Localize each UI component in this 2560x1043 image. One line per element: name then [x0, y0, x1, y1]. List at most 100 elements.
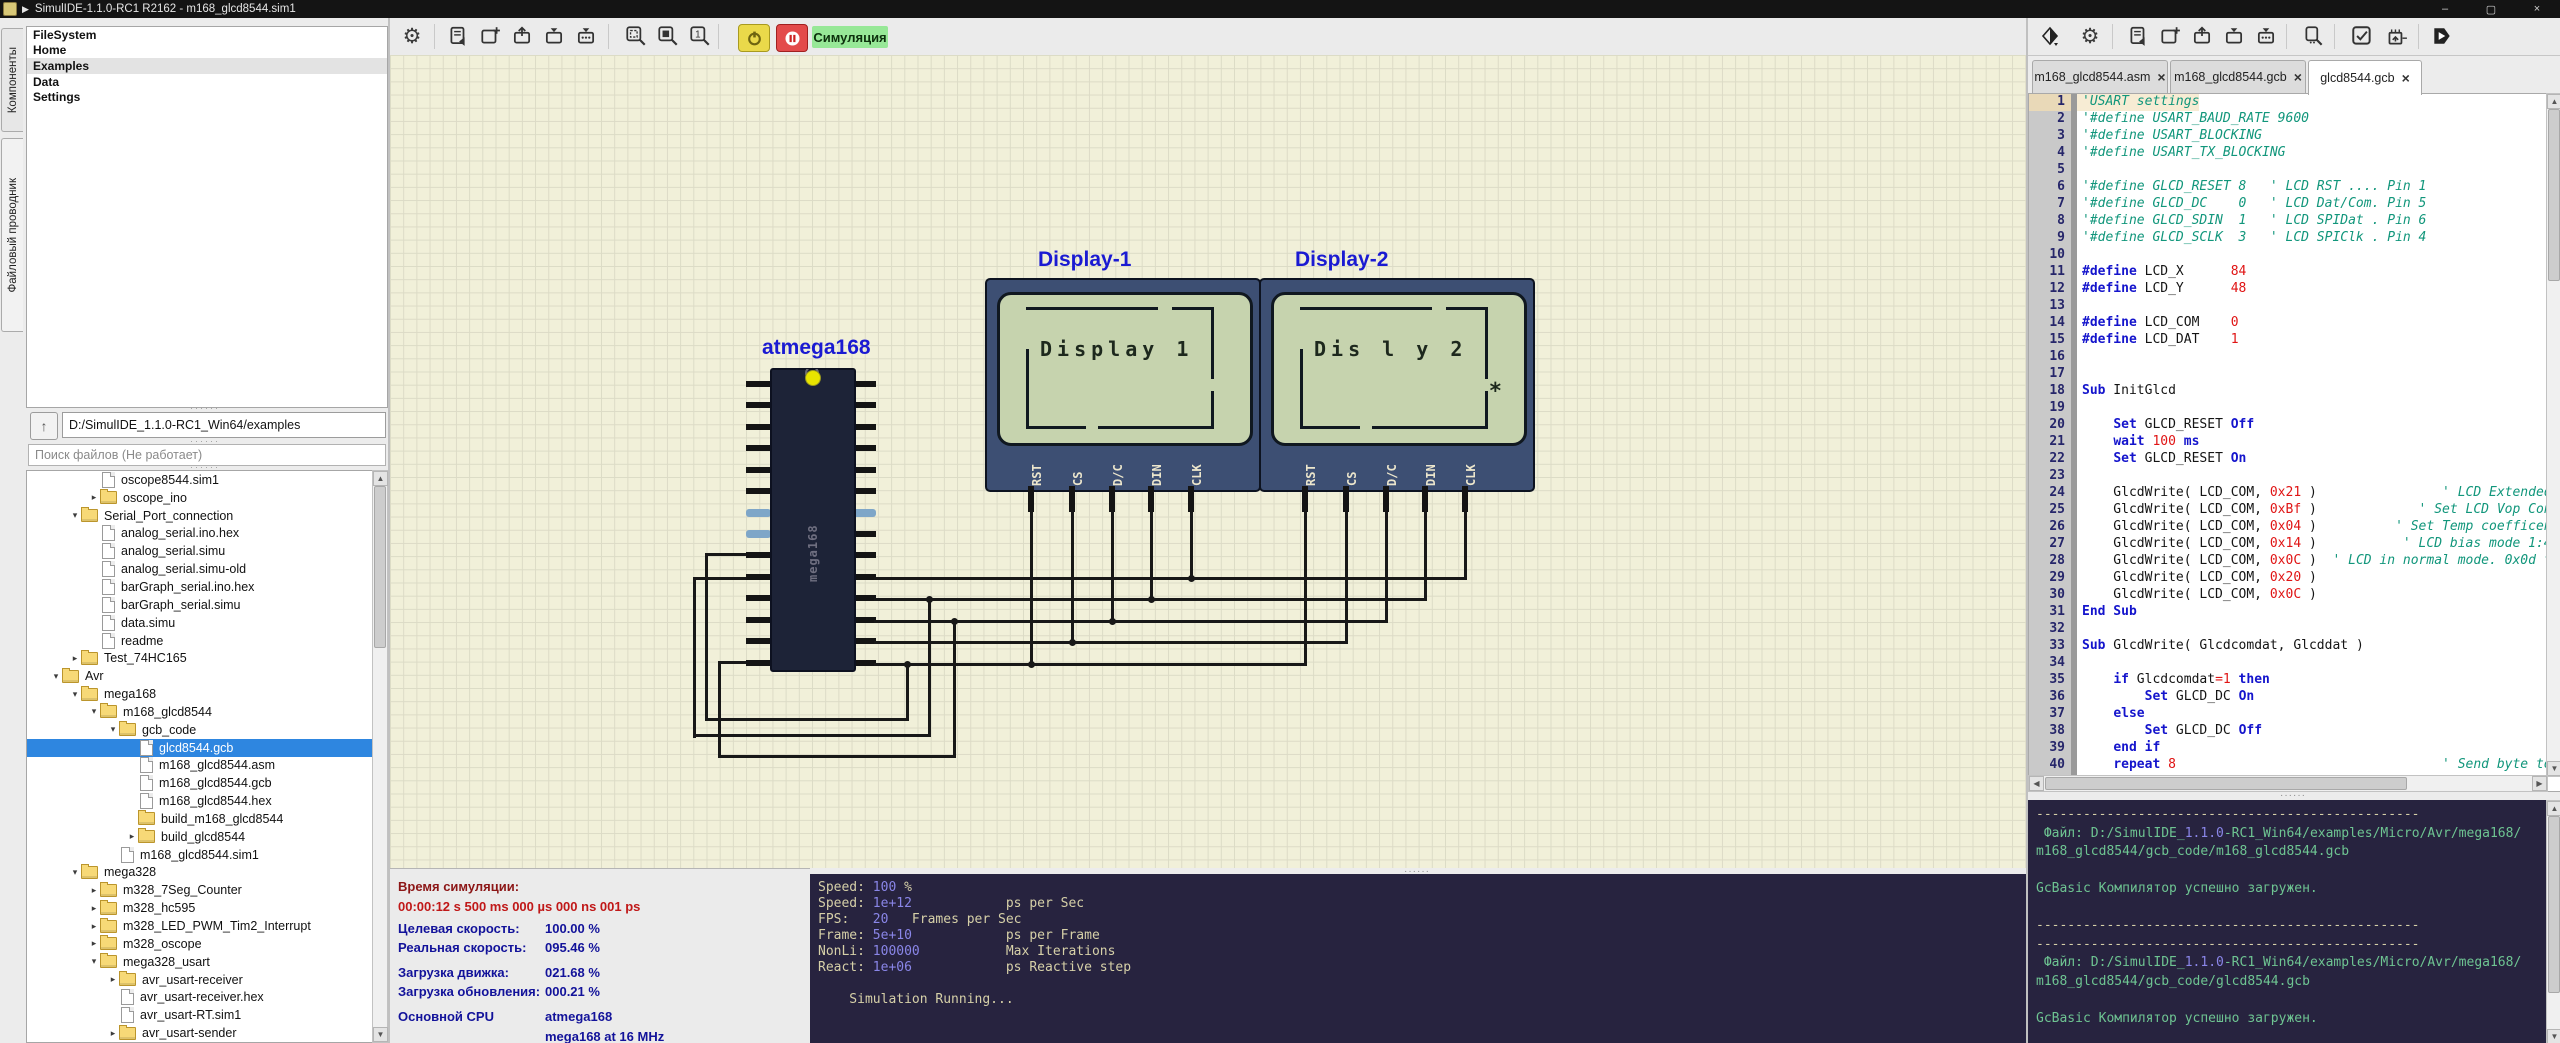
tree-scrollbar[interactable]: ▲ ▼: [372, 470, 388, 1043]
code-line[interactable]: 8'#define GLCD_SDIN 1 ' LCD SPIDat . Pin…: [2029, 213, 2560, 230]
scroll-down-icon[interactable]: ▼: [2547, 1029, 2560, 1043]
output-scrollbar-thumb[interactable]: [2548, 816, 2560, 993]
code-line[interactable]: 38 Set GLCD_DC Off: [2029, 723, 2560, 740]
code-line[interactable]: 9'#define GLCD_SCLK 3 ' LCD SPIClk . Pin…: [2029, 230, 2560, 247]
debug-run-icon[interactable]: [2428, 22, 2456, 50]
tree-item[interactable]: avr_usart-receiver.hex: [27, 988, 373, 1006]
tree-item[interactable]: ▸build_glcd8544: [27, 828, 373, 846]
save-circuit-icon[interactable]: [540, 22, 568, 50]
code-line[interactable]: 4'#define USART_TX_BLOCKING: [2029, 145, 2560, 162]
expand-icon[interactable]: ▸: [107, 974, 119, 985]
code-line[interactable]: 12#define LCD_Y 48: [2029, 281, 2560, 298]
tab-close-icon[interactable]: ×: [2294, 69, 2302, 85]
code-line[interactable]: 33Sub GlcdWrite( Glcdcomdat, Glcddat ): [2029, 638, 2560, 655]
tab-close-icon[interactable]: ×: [2402, 70, 2410, 86]
code-line[interactable]: 34: [2029, 655, 2560, 672]
code-line[interactable]: 5: [2029, 162, 2560, 179]
circuit-canvas[interactable]: [390, 55, 2027, 868]
tree-item[interactable]: ▾mega168: [27, 685, 373, 703]
tree-item[interactable]: ▾mega328_usart: [27, 953, 373, 971]
editor-scrollbar-thumb[interactable]: [2548, 109, 2560, 281]
tree-item[interactable]: glcd8544.gcb: [27, 739, 373, 757]
sidebar-item-filesystem[interactable]: FileSystem: [27, 27, 387, 43]
tree-item[interactable]: barGraph_serial.ino.hex: [27, 578, 373, 596]
compile-icon[interactable]: [2348, 22, 2376, 50]
tab-file-explorer[interactable]: Файловый проводник: [1, 138, 23, 332]
reload-file-icon[interactable]: [2124, 22, 2152, 50]
code-line[interactable]: 14#define LCD_COM 0: [2029, 315, 2560, 332]
tree-item[interactable]: m168_glcd8544.asm: [27, 757, 373, 775]
scroll-left-icon[interactable]: ◀: [2029, 776, 2044, 791]
path-input[interactable]: D:/SimulIDE_1.1.0-RC1_Win64/examples: [62, 412, 386, 438]
code-line[interactable]: 10: [2029, 247, 2560, 264]
folder-up-button[interactable]: ↑: [30, 412, 58, 440]
collapse-icon[interactable]: ▾: [69, 689, 81, 700]
expand-icon[interactable]: ▸: [69, 653, 81, 664]
tree-item[interactable]: analog_serial.simu-old: [27, 560, 373, 578]
code-line[interactable]: 1'USART settings: [2029, 94, 2560, 111]
save-file-icon[interactable]: [2220, 22, 2248, 50]
sidebar-item-home[interactable]: Home: [27, 43, 387, 59]
reload-circuit-icon[interactable]: [444, 22, 472, 50]
expand-icon[interactable]: ▸: [88, 921, 100, 932]
new-circuit-icon[interactable]: [476, 22, 504, 50]
tree-item[interactable]: ▸avr_usart-receiver: [27, 971, 373, 989]
collapse-icon[interactable]: ▾: [88, 956, 100, 967]
expand-icon[interactable]: ▸: [126, 831, 138, 842]
tree-item[interactable]: ▸m328_7Seg_Counter: [27, 881, 373, 899]
tab-close-icon[interactable]: ×: [2157, 69, 2165, 85]
tree-item[interactable]: ▸m328_LED_PWM_Tim2_Interrupt: [27, 917, 373, 935]
tree-item[interactable]: m168_glcd8544.hex: [27, 792, 373, 810]
code-line[interactable]: 27 GlcdWrite( LCD_COM, 0x14 ) ' LCD bias…: [2029, 536, 2560, 553]
code-line[interactable]: 16: [2029, 349, 2560, 366]
editor-scrollbar[interactable]: ▲ ▼: [2546, 93, 2560, 777]
code-line[interactable]: 30 GlcdWrite( LCD_COM, 0x0C ): [2029, 587, 2560, 604]
sidebar-item-examples[interactable]: Examples: [27, 58, 387, 74]
code-line[interactable]: 21 wait 100 ms: [2029, 434, 2560, 451]
tree-item[interactable]: ▸m328_hc595: [27, 899, 373, 917]
tree-item[interactable]: data.simu: [27, 614, 373, 632]
zoom-fit-icon[interactable]: [622, 22, 650, 50]
code-line[interactable]: 15#define LCD_DAT 1: [2029, 332, 2560, 349]
collapse-icon[interactable]: ▾: [69, 867, 81, 878]
power-button[interactable]: [738, 24, 770, 52]
collapse-icon[interactable]: ▾: [69, 510, 81, 521]
recent-files-icon[interactable]: [2252, 22, 2280, 50]
editor-hscrollbar-thumb[interactable]: [2045, 777, 2407, 790]
maximize-button[interactable]: ▢: [2468, 0, 2514, 18]
scroll-up-icon[interactable]: ▲: [2547, 801, 2560, 816]
close-button[interactable]: ×: [2514, 0, 2560, 18]
expand-icon[interactable]: ▸: [88, 938, 100, 949]
code-line[interactable]: 40 repeat 8 ' Send byte to LCD: [2029, 757, 2560, 774]
code-line[interactable]: 6'#define GLCD_RESET 8 ' LCD RST .... Pi…: [2029, 179, 2560, 196]
code-line[interactable]: 22 Set GLCD_RESET On: [2029, 451, 2560, 468]
splitter-handle[interactable]: ······: [1404, 866, 1430, 877]
code-line[interactable]: 25 GlcdWrite( LCD_COM, 0xBf ) ' Set LCD …: [2029, 502, 2560, 519]
tree-item[interactable]: analog_serial.ino.hex: [27, 525, 373, 543]
debug-mode-icon[interactable]: [2036, 22, 2064, 50]
last-circuits-icon[interactable]: [572, 22, 600, 50]
scroll-up-icon[interactable]: ▲: [2547, 94, 2560, 109]
pause-button[interactable]: [776, 24, 808, 52]
scroll-down-icon[interactable]: ▼: [2547, 761, 2560, 776]
expand-icon[interactable]: ▸: [107, 1028, 119, 1039]
collapse-icon[interactable]: ▾: [50, 671, 62, 682]
code-line[interactable]: 31End Sub: [2029, 604, 2560, 621]
tree-item[interactable]: ▸m328_oscope: [27, 935, 373, 953]
open-file-icon[interactable]: [2188, 22, 2216, 50]
minimize-button[interactable]: –: [2422, 0, 2468, 18]
tab-m168_glcd8544.asm[interactable]: m168_glcd8544.asm×: [2032, 60, 2168, 93]
expand-icon[interactable]: ▸: [88, 492, 100, 503]
code-line[interactable]: 37 else: [2029, 706, 2560, 723]
upload-to-mcu-icon[interactable]: [2382, 22, 2410, 50]
code-line[interactable]: 2'#define USART_BAUD_RATE 9600: [2029, 111, 2560, 128]
scroll-right-icon[interactable]: ▶: [2532, 776, 2547, 791]
code-line[interactable]: 20 Set GLCD_RESET Off: [2029, 417, 2560, 434]
tab-components[interactable]: Компоненты: [1, 28, 23, 132]
code-line[interactable]: 28 GlcdWrite( LCD_COM, 0x0C ) ' LCD in n…: [2029, 553, 2560, 570]
settings-icon[interactable]: ⚙: [2076, 22, 2104, 50]
tree-scrollbar-thumb[interactable]: [374, 486, 386, 648]
tree-item[interactable]: readme: [27, 632, 373, 650]
scroll-down-icon[interactable]: ▼: [373, 1027, 388, 1042]
tree-item[interactable]: ▾mega328: [27, 864, 373, 882]
